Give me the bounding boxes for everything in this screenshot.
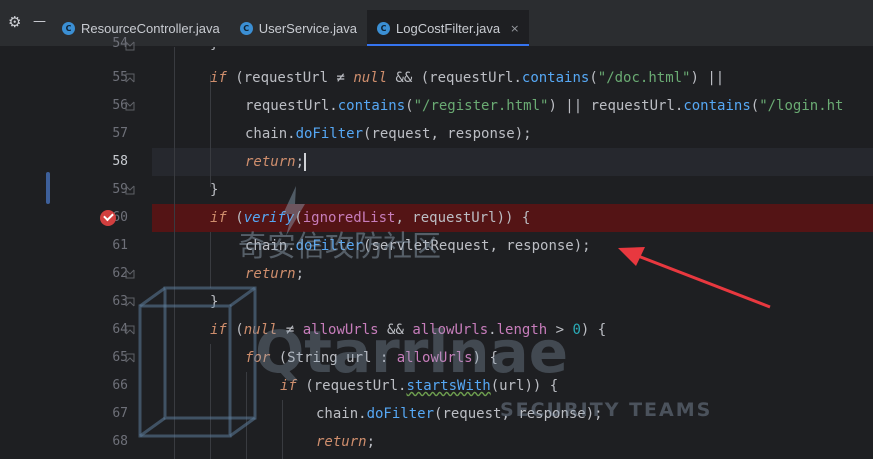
tool-window-strip [0,47,52,459]
line-number: 67 [112,406,128,421]
line-number: 65 [112,350,128,365]
line-number: 64 [112,322,128,337]
fold-end-icon[interactable] [125,41,135,51]
indent-guide [282,400,283,459]
fold-end-icon[interactable] [125,101,135,111]
line-number-breakpoint: 60 [112,210,128,225]
line-number-gutter[interactable]: 54 55 56 57 58 59 60 61 62 63 64 65 66 6… [52,36,152,459]
code-line-62: return; [245,266,305,282]
line-number: 61 [112,238,128,253]
code-line-66: if (requestUrl.startsWith(url)) { [280,378,559,394]
code-line-56: requestUrl.contains("/register.html") ||… [245,98,844,114]
collapse-icon[interactable]: — [33,12,46,32]
tab-log-cost-filter[interactable]: C LogCostFilter.java × [367,10,530,46]
breakpoint-icon[interactable] [100,210,116,226]
editor-tab-bar: ⚙ — C ResourceController.java C UserServ… [0,0,873,47]
fold-start-icon[interactable] [125,73,135,83]
code-line-68: return; [316,434,376,450]
code-line-57: chain.doFilter(request, response); [245,126,532,142]
code-line-55: if (requestUrl ≠ null && (requestUrl.con… [210,70,725,86]
scroll-marker [46,172,50,204]
indent-guide [246,372,247,459]
code-line-61: chain.doFilter(servletRequest, response)… [245,238,591,254]
line-number: 66 [112,378,128,393]
code-line-60: if (verify(ignoredList, requestUrl)) { [210,210,531,226]
tab-label: UserService.java [258,20,357,36]
code-line-58: return; [245,154,305,170]
code-line-59: } [210,182,219,198]
line-number-current: 58 [112,154,128,169]
fold-end-icon[interactable] [125,269,135,279]
line-number: 68 [112,434,128,449]
line-number: 54 [112,36,128,51]
close-tab-icon[interactable]: × [510,22,519,35]
java-class-icon: C [377,21,390,35]
code-line-65: for (String url : allowUrls) { [245,350,498,366]
fold-start-icon[interactable] [125,297,135,307]
line-number: 62 [112,266,128,281]
code-line-64: if (null ≠ allowUrls && allowUrls.length… [210,322,607,338]
indent-guide [174,47,175,459]
tab-label: LogCostFilter.java [396,20,501,36]
fold-start-icon[interactable] [125,325,135,335]
line-number: 56 [112,98,128,113]
tab-user-service[interactable]: C UserService.java [230,10,367,46]
code-line-67: chain.doFilter(request, response); [316,406,603,422]
fold-end-icon[interactable] [125,185,135,195]
code-line-63: } [210,294,219,310]
line-number: 57 [112,126,128,141]
code-editor[interactable]: } if (requestUrl ≠ null && (requestUrl.c… [152,47,873,459]
fold-start-icon[interactable] [125,353,135,363]
text-caret [304,153,306,171]
settings-icon[interactable]: ⚙ [8,12,21,32]
line-number: 59 [112,182,128,197]
line-number: 63 [112,294,128,309]
code-line-54: } [210,47,218,58]
java-class-icon: C [239,21,253,35]
indent-guide [210,344,211,459]
indent-guide [210,232,211,288]
line-number: 55 [112,70,128,85]
